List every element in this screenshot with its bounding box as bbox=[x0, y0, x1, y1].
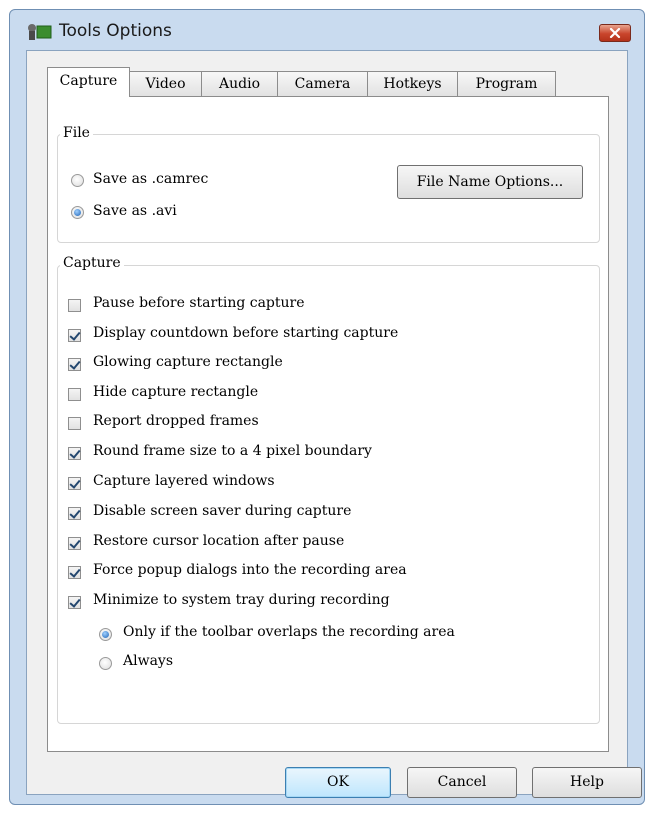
report-dropped-frames-label[interactable]: Report dropped frames bbox=[93, 413, 259, 429]
minimize-to-tray-label[interactable]: Minimize to system tray during recording bbox=[93, 592, 390, 608]
help-button[interactable]: Help bbox=[532, 767, 642, 798]
tab-hotkeys[interactable]: Hotkeys bbox=[367, 71, 458, 96]
tab-video[interactable]: Video bbox=[129, 71, 202, 96]
close-icon bbox=[609, 28, 621, 38]
save-as-avi-label[interactable]: Save as .avi bbox=[93, 203, 177, 219]
glowing-rectangle-checkbox[interactable] bbox=[68, 358, 81, 371]
save-as-camrec-label[interactable]: Save as .camrec bbox=[93, 171, 208, 187]
restore-cursor-label[interactable]: Restore cursor location after pause bbox=[93, 533, 344, 549]
always-radio[interactable] bbox=[99, 657, 112, 670]
tab-capture[interactable]: Capture bbox=[47, 67, 130, 97]
always-label[interactable]: Always bbox=[123, 653, 173, 669]
window-title: Tools Options bbox=[59, 21, 172, 41]
force-popup-dialogs-checkbox[interactable] bbox=[68, 566, 81, 579]
report-dropped-frames-checkbox[interactable] bbox=[68, 417, 81, 430]
ok-button[interactable]: OK bbox=[285, 767, 391, 798]
glowing-rectangle-label[interactable]: Glowing capture rectangle bbox=[93, 354, 283, 370]
file-name-options-button[interactable]: File Name Options... bbox=[397, 165, 583, 199]
dialog-client-area: Capture Video Audio Camera Hotkeys Progr… bbox=[26, 50, 642, 798]
display-countdown-checkbox[interactable] bbox=[68, 329, 81, 342]
tab-program[interactable]: Program bbox=[457, 71, 556, 96]
capture-group-label: Capture bbox=[60, 255, 124, 271]
hide-rectangle-label[interactable]: Hide capture rectangle bbox=[93, 384, 258, 400]
pause-before-capture-checkbox[interactable] bbox=[68, 299, 81, 312]
hide-rectangle-checkbox[interactable] bbox=[68, 388, 81, 401]
only-if-overlaps-label[interactable]: Only if the toolbar overlaps the recordi… bbox=[123, 624, 455, 640]
tab-camera[interactable]: Camera bbox=[277, 71, 368, 96]
pause-before-capture-label[interactable]: Pause before starting capture bbox=[93, 295, 305, 311]
tab-audio[interactable]: Audio bbox=[201, 71, 278, 96]
capture-layered-windows-label[interactable]: Capture layered windows bbox=[93, 473, 275, 489]
title-bar[interactable]: Tools Options bbox=[10, 10, 644, 50]
only-if-overlaps-radio[interactable] bbox=[99, 628, 112, 641]
display-countdown-label[interactable]: Display countdown before starting captur… bbox=[93, 325, 398, 341]
tools-options-window: Tools Options Capture Video Audio Camera… bbox=[9, 9, 645, 805]
cancel-button[interactable]: Cancel bbox=[407, 767, 517, 798]
disable-screen-saver-checkbox[interactable] bbox=[68, 507, 81, 520]
save-as-camrec-radio[interactable] bbox=[71, 174, 84, 187]
restore-cursor-checkbox[interactable] bbox=[68, 537, 81, 550]
close-button[interactable] bbox=[599, 24, 631, 42]
capture-layered-windows-checkbox[interactable] bbox=[68, 477, 81, 490]
round-frame-size-checkbox[interactable] bbox=[68, 447, 81, 460]
capture-tab-panel: File Save as .camrec Save as .avi File N… bbox=[47, 96, 609, 752]
disable-screen-saver-label[interactable]: Disable screen saver during capture bbox=[93, 503, 351, 519]
round-frame-size-label[interactable]: Round frame size to a 4 pixel boundary bbox=[93, 443, 372, 459]
minimize-to-tray-checkbox[interactable] bbox=[68, 596, 81, 609]
file-group-label: File bbox=[60, 125, 93, 141]
force-popup-dialogs-label[interactable]: Force popup dialogs into the recording a… bbox=[93, 562, 407, 578]
save-as-avi-radio[interactable] bbox=[71, 206, 84, 219]
camtasia-app-icon bbox=[28, 24, 52, 40]
